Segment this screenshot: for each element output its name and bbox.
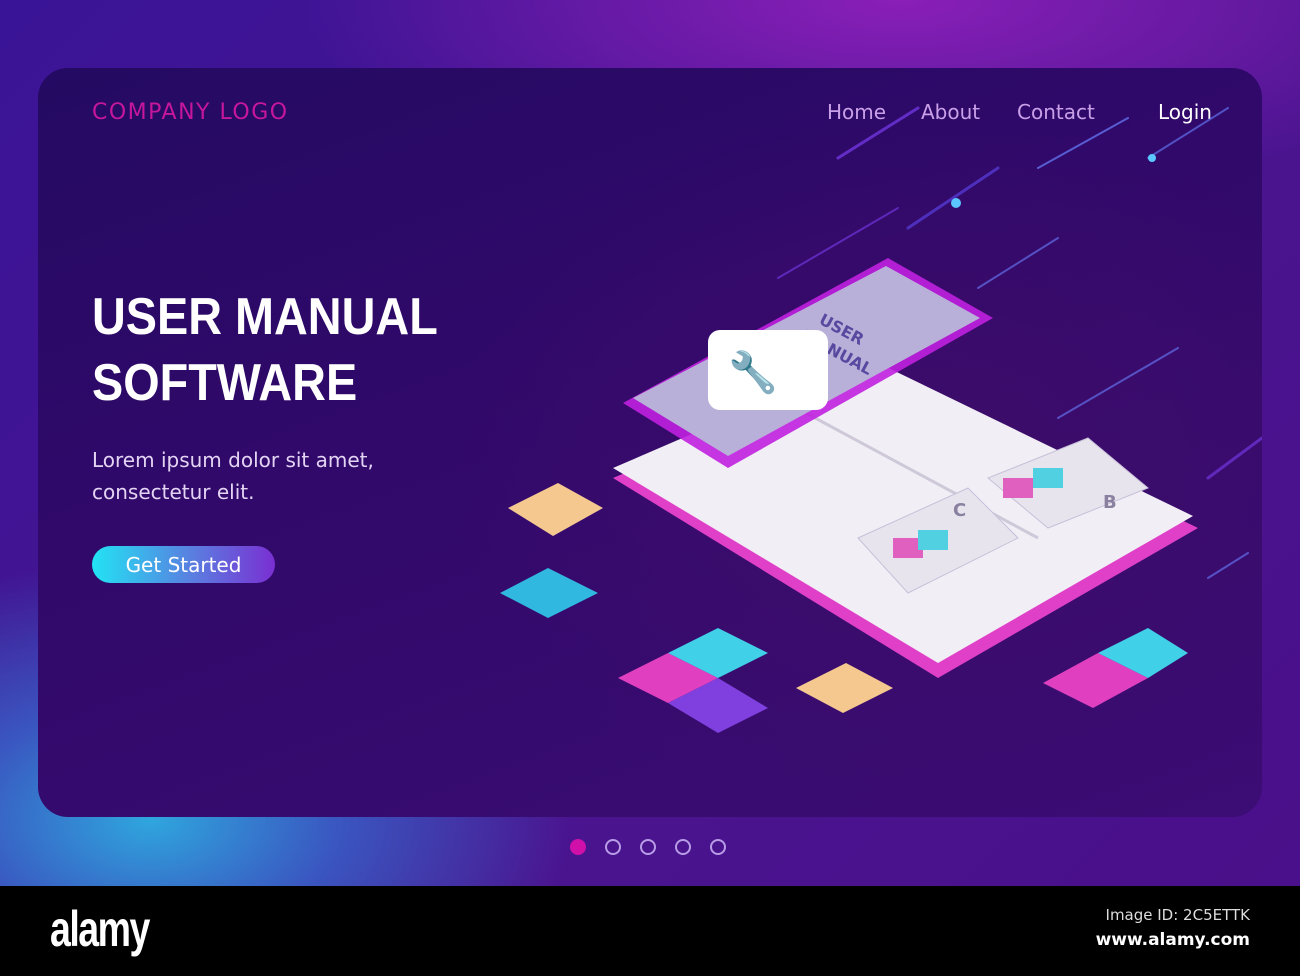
page-label-c: C bbox=[953, 500, 966, 521]
landing-card: COMPANY LOGO Home About Contact Login US… bbox=[38, 68, 1262, 817]
pagination-dot-1[interactable] bbox=[570, 839, 586, 855]
user-manual-illustration: C B USER MANUAL 🔧 bbox=[500, 106, 1262, 733]
wrench-icon: 🔧 bbox=[728, 348, 778, 396]
page-background: COMPANY LOGO Home About Contact Login US… bbox=[0, 0, 1300, 886]
alamy-logo: alamy bbox=[50, 901, 150, 957]
pagination-dot-4[interactable] bbox=[675, 839, 691, 855]
pagination-dot-5[interactable] bbox=[710, 839, 726, 855]
watermark-url: www.alamy.com bbox=[1095, 930, 1250, 950]
image-id: Image ID: 2C5ETTK bbox=[1105, 906, 1250, 924]
pagination-dots bbox=[570, 839, 726, 855]
watermark-footer: alamy Image ID: 2C5ETTK www.alamy.com bbox=[0, 886, 1300, 976]
page-label-b: B bbox=[1103, 492, 1117, 513]
pagination-dot-3[interactable] bbox=[640, 839, 656, 855]
pagination-dot-2[interactable] bbox=[605, 839, 621, 855]
